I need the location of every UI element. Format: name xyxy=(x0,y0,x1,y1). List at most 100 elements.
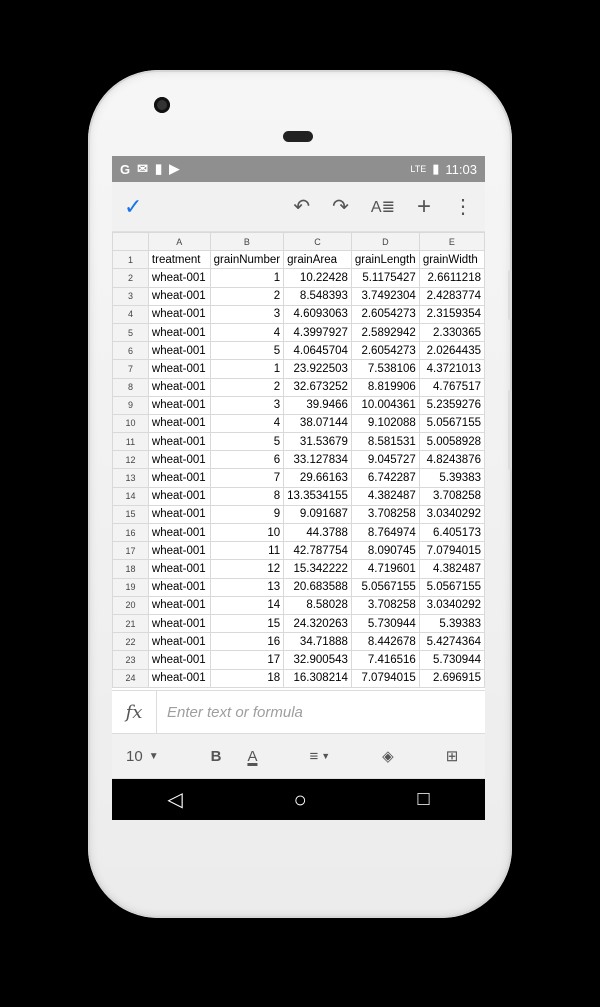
cell[interactable]: treatment xyxy=(147,250,211,270)
cell[interactable]: 7.0794015 xyxy=(350,668,420,688)
add-icon[interactable]: + xyxy=(417,193,431,221)
row-header[interactable]: 11 xyxy=(112,432,149,452)
cell[interactable]: 2.6611218 xyxy=(418,268,485,288)
cell[interactable]: 8.764974 xyxy=(350,522,420,543)
cell[interactable]: 4.6093063 xyxy=(283,304,352,324)
cell[interactable]: 5.2359276 xyxy=(418,395,485,415)
cell[interactable]: 9.102088 xyxy=(350,413,420,434)
cell[interactable]: 15 xyxy=(209,613,285,634)
cell[interactable]: 2.3159354 xyxy=(418,304,485,324)
cell[interactable]: 6 xyxy=(209,450,285,470)
cell[interactable]: 8.58028 xyxy=(283,595,352,615)
cell[interactable]: 8.548393 xyxy=(283,286,352,306)
cell[interactable]: 4.382487 xyxy=(350,486,420,506)
cell[interactable]: 2.6054273 xyxy=(350,304,420,324)
cell[interactable]: 10.22428 xyxy=(283,268,352,288)
row-header[interactable]: 3 xyxy=(112,286,149,306)
cell[interactable]: grainLength xyxy=(350,250,420,270)
cell[interactable]: 9.045727 xyxy=(350,450,420,470)
cell[interactable]: 3.0340292 xyxy=(418,595,485,615)
cell[interactable]: 4 xyxy=(209,413,285,434)
cell[interactable]: 1 xyxy=(209,268,285,288)
cell[interactable]: 16.308214 xyxy=(283,668,352,688)
cell[interactable]: 3.0340292 xyxy=(418,504,485,525)
cell[interactable]: 3 xyxy=(209,395,285,415)
cell[interactable]: wheat-001 xyxy=(147,668,211,688)
cell[interactable]: 4.8243876 xyxy=(418,450,485,470)
cell[interactable]: 5.0058928 xyxy=(418,432,485,452)
home-icon[interactable]: ○ xyxy=(293,787,306,813)
insert-column-button[interactable]: ⊟ xyxy=(484,747,485,765)
row-header[interactable]: 23 xyxy=(112,650,149,670)
cell[interactable]: wheat-001 xyxy=(147,632,211,652)
cell[interactable]: 8 xyxy=(209,486,285,506)
row-header[interactable]: 9 xyxy=(112,395,149,415)
cell[interactable]: 32.900543 xyxy=(283,650,352,670)
cell[interactable]: 13 xyxy=(209,577,285,597)
row-header[interactable]: 13 xyxy=(112,468,149,488)
cell[interactable]: wheat-001 xyxy=(147,504,211,525)
cell[interactable]: 3 xyxy=(209,304,285,324)
row-header[interactable]: 10 xyxy=(112,413,149,434)
cell[interactable]: 33.127834 xyxy=(283,450,352,470)
redo-icon[interactable]: ↷ xyxy=(332,194,349,219)
cell[interactable]: 15.342222 xyxy=(283,559,352,579)
cell[interactable]: 5.1175427 xyxy=(350,268,420,288)
cell[interactable]: 7.538106 xyxy=(350,359,420,379)
cell[interactable]: wheat-001 xyxy=(147,595,211,615)
cell[interactable]: 24.320263 xyxy=(283,613,352,634)
text-format-icon[interactable]: A≣ xyxy=(371,197,395,217)
cell[interactable]: wheat-001 xyxy=(147,395,211,415)
cell[interactable]: grainArea xyxy=(283,250,352,270)
cell[interactable]: 2.5892942 xyxy=(350,322,420,343)
cell[interactable]: 4 xyxy=(209,322,285,343)
back-icon[interactable]: ◁ xyxy=(167,787,182,812)
cell[interactable]: 6.405173 xyxy=(418,522,485,543)
cell[interactable]: 1 xyxy=(209,359,285,379)
recents-icon[interactable]: □ xyxy=(418,788,430,811)
cell[interactable]: 8.819906 xyxy=(350,377,420,397)
row-header[interactable]: 12 xyxy=(112,450,149,470)
cell[interactable]: 3.708258 xyxy=(350,595,420,615)
row-header[interactable]: 2 xyxy=(112,268,149,288)
cell[interactable]: 42.787754 xyxy=(283,541,352,561)
cell[interactable]: wheat-001 xyxy=(147,286,211,306)
cell[interactable]: 18 xyxy=(209,668,285,688)
cell[interactable]: 9.091687 xyxy=(283,504,352,525)
cell[interactable]: 10.004361 xyxy=(350,395,420,415)
cell[interactable]: 11 xyxy=(209,541,285,561)
cell[interactable]: 5.4274364 xyxy=(418,632,485,652)
row-header[interactable]: 20 xyxy=(112,595,149,615)
cell[interactable]: 16 xyxy=(209,632,285,652)
row-header[interactable]: 8 xyxy=(112,377,149,397)
function-icon[interactable]: fx xyxy=(112,691,157,733)
cell[interactable]: 7 xyxy=(209,468,285,488)
cell[interactable]: 2.330365 xyxy=(418,322,485,343)
cell[interactable]: 5.0567155 xyxy=(350,577,420,597)
row-header[interactable]: 22 xyxy=(112,632,149,652)
undo-icon[interactable]: ↶ xyxy=(293,194,310,219)
cell[interactable]: 2.696915 xyxy=(418,668,485,688)
row-header[interactable]: 14 xyxy=(112,486,149,506)
cell[interactable]: 31.53679 xyxy=(283,432,352,452)
cell[interactable]: 4.3721013 xyxy=(418,359,485,379)
cell[interactable]: wheat-001 xyxy=(147,541,211,561)
row-header[interactable]: 17 xyxy=(112,541,149,561)
cell[interactable]: 12 xyxy=(209,559,285,579)
cell[interactable]: 3.708258 xyxy=(350,504,420,525)
cell[interactable]: wheat-001 xyxy=(147,486,211,506)
formula-input[interactable]: Enter text or formula xyxy=(157,704,485,721)
cell[interactable]: 44.3788 xyxy=(283,522,352,543)
cell[interactable]: 5.730944 xyxy=(350,613,420,634)
cell[interactable]: 7.0794015 xyxy=(418,541,485,561)
font-size-select[interactable]: 10 ▼ xyxy=(126,748,159,765)
cell[interactable]: 32.673252 xyxy=(283,377,352,397)
cell[interactable]: 4.3997927 xyxy=(283,322,352,343)
cell[interactable]: wheat-001 xyxy=(147,377,211,397)
column-header[interactable]: E xyxy=(418,232,485,252)
row-header[interactable]: 21 xyxy=(112,613,149,634)
cell[interactable]: wheat-001 xyxy=(147,359,211,379)
row-header[interactable]: 24 xyxy=(112,668,149,688)
cell[interactable]: 4.719601 xyxy=(350,559,420,579)
cell[interactable]: 3.708258 xyxy=(418,486,485,506)
